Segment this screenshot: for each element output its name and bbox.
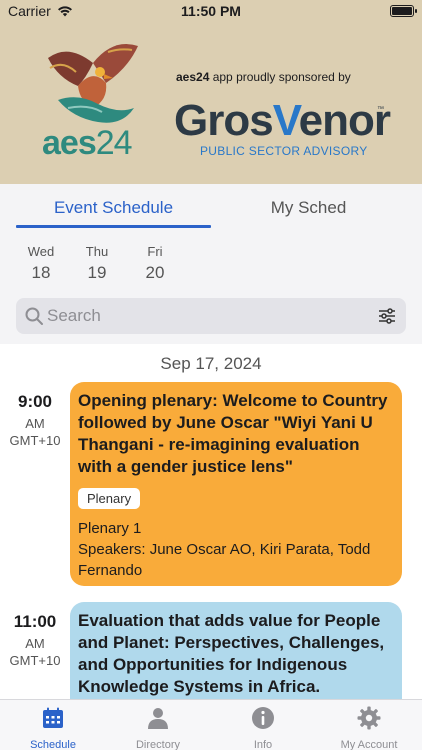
day-name: Fri [147,244,163,259]
day-number: 20 [145,263,165,282]
session-tag: Plenary [78,488,141,509]
session-time: 9:00 AM GMT+10 [0,392,70,448]
day-name: Wed [27,244,55,259]
session-time: 11:00 AM GMT+10 [0,612,70,668]
status-time: 11:50 PM [181,3,241,19]
time-value: 9:00 [17,392,53,411]
tabbar-label: Directory [135,739,180,750]
time-value: 11:00 [13,612,57,631]
calendar-icon [43,707,63,728]
tabbar-label: Info [253,739,273,750]
tabbar-schedule[interactable]: Schedule [3,706,103,750]
time-ampm: AM [25,416,45,431]
sponsor-text: aes24 app proudly sponsored by [176,70,351,84]
tabbar-info[interactable]: Info [213,706,313,750]
day-thu[interactable]: Thu 19 [77,244,117,283]
day-wed[interactable]: Wed 18 [21,244,61,283]
tabbar-my-account[interactable]: My Account [319,706,419,750]
schedule-list[interactable]: Sep 17, 2024 9:00 AM GMT+10 Opening plen… [0,344,422,699]
schedule-controls: Event Schedule My Sched Wed 18 Thu 19 Fr… [0,184,422,344]
session-location: Plenary 1 [78,520,142,537]
session-speakers: Speakers: June Oscar AO, Kiri Parata, To… [78,541,371,579]
search-bar[interactable]: Search [16,298,406,334]
trademark-mark: ™ [377,106,384,113]
sponsor-subtitle: PUBLIC SECTOR ADVISORY [200,144,368,158]
gear-icon [357,706,381,730]
date-header: Sep 17, 2024 [160,354,262,373]
tabbar-label: Schedule [30,739,76,750]
day-number: 18 [31,263,51,282]
session-title: Opening plenary: Welcome to Country foll… [78,391,388,476]
grosvenor-logo: GrosVenor [174,96,391,145]
tab-event-schedule[interactable]: Event Schedule [16,198,211,218]
session-title: Evaluation that adds value for People an… [78,611,385,696]
time-zone: GMT+10 [9,433,61,448]
tabbar-directory[interactable]: Directory [108,706,208,750]
time-zone: GMT+10 [9,653,61,668]
search-input[interactable]: Search [47,306,101,326]
day-name: Thu [85,244,109,259]
aes24-logo: aes24 [42,124,133,162]
bottom-tab-bar: Schedule Directory Info My Account [0,699,422,750]
time-ampm: AM [25,636,45,651]
sponsor-banner[interactable]: aes24 aes24 app proudly sponsored by Gro… [0,22,422,184]
info-icon [252,707,274,729]
search-icon [25,307,43,325]
battery-icon [390,5,417,17]
tabbar-label: My Account [340,739,398,750]
status-bar: Carrier 11:50 PM [0,0,422,22]
people-icon [148,708,168,729]
tab-my-sched[interactable]: My Sched [211,198,406,218]
day-fri[interactable]: Fri 20 [135,244,175,283]
eagle-logo-icon [48,44,138,123]
session-card[interactable]: Evaluation that adds value for People an… [70,602,402,699]
day-number: 19 [87,263,107,282]
active-tab-indicator [16,225,211,228]
filter-icon[interactable] [378,307,396,325]
session-card[interactable]: Opening plenary: Welcome to Country foll… [70,382,402,586]
